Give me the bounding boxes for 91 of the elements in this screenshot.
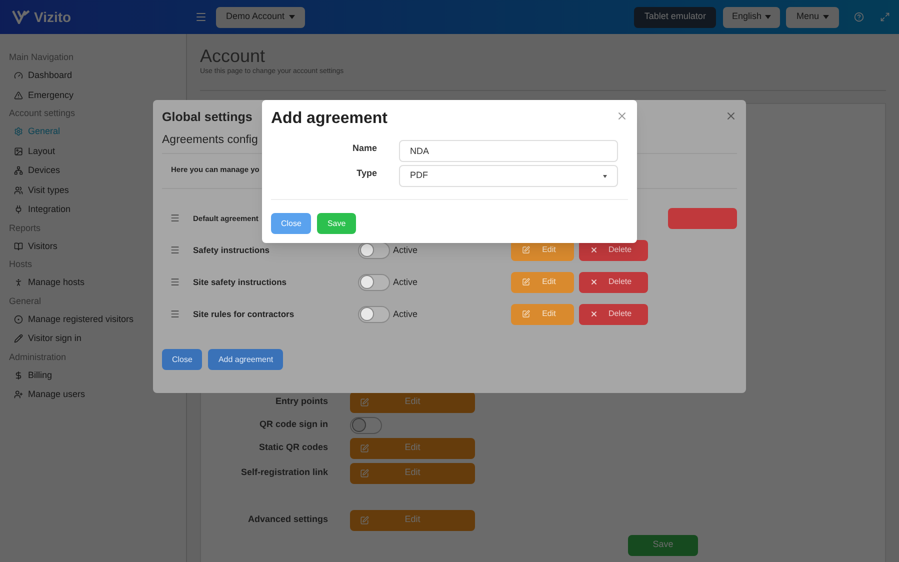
- sidebar-item[interactable]: Dashboard: [28, 69, 72, 82]
- field-label: Name: [352, 142, 377, 156]
- caret-icon: [603, 174, 607, 178]
- menu-dropdown[interactable]: Menu: [786, 6, 839, 28]
- delete-button[interactable]: Delete: [579, 272, 648, 293]
- edit-icon: [360, 468, 369, 478]
- field-label: Type: [356, 167, 377, 180]
- person-icon: [14, 278, 23, 288]
- sidebar-item[interactable]: Visitors: [28, 240, 58, 253]
- setting-label: Advanced settings: [248, 513, 328, 526]
- close-button[interactable]: Close: [271, 213, 312, 234]
- close-icon[interactable]: [725, 110, 737, 122]
- logo-icon: [12, 10, 30, 24]
- name-input[interactable]: NDA: [399, 140, 618, 162]
- delete-icon: [590, 278, 598, 286]
- setting-label: Entry points: [275, 395, 328, 408]
- status-label: Active: [393, 276, 419, 288]
- sidebar-item[interactable]: Layout: [28, 144, 56, 158]
- edit-icon: [360, 516, 369, 524]
- sidebar-item[interactable]: Billing: [28, 368, 52, 382]
- language-dropdown[interactable]: English: [722, 6, 780, 28]
- dialog-title: Add agreement: [271, 109, 388, 129]
- save-button[interactable]: Save: [317, 213, 356, 234]
- edit-icon: [522, 246, 530, 254]
- logo-text: Vizito: [34, 8, 72, 26]
- tablet-emulator-button[interactable]: Tablet emulator: [634, 6, 716, 28]
- agreement-name: Site rules for contractors: [193, 308, 294, 321]
- plug-icon: [14, 205, 23, 214]
- edit-icon: [360, 398, 369, 406]
- drag-handle-icon[interactable]: [170, 309, 180, 320]
- save-button[interactable]: Save: [628, 534, 698, 556]
- toggle-switch[interactable]: [358, 306, 390, 323]
- sidebar-item[interactable]: General: [28, 125, 60, 138]
- gear-icon: [14, 127, 23, 136]
- sidebar-item[interactable]: Integration: [28, 203, 71, 216]
- drag-handle-icon[interactable]: [170, 213, 180, 224]
- edit-button[interactable]: Edit: [350, 510, 475, 530]
- dialog-title: Global settings: [162, 109, 252, 126]
- sidebar-item[interactable]: Manage hosts: [28, 276, 85, 290]
- image-icon: [14, 146, 23, 156]
- edit-icon: [360, 444, 369, 452]
- setting-label: Self-registration link: [240, 466, 328, 480]
- agreement-name: Site safety instructions: [193, 276, 287, 289]
- users-icon: [14, 186, 23, 195]
- status-label: Active: [393, 244, 419, 256]
- gauge-icon: [14, 71, 23, 80]
- edit-button[interactable]: Edit: [350, 462, 475, 484]
- delete-button[interactable]: [668, 208, 737, 229]
- setting-label: Static QR codes: [258, 441, 328, 454]
- edit-button[interactable]: Edit: [511, 272, 574, 293]
- agreement-name: Safety instructions: [193, 244, 270, 257]
- sidebar-item[interactable]: Visit types: [28, 184, 69, 197]
- page-title: Account: [200, 45, 266, 67]
- drag-handle-icon[interactable]: [170, 245, 180, 256]
- toggle-switch[interactable]: [350, 416, 382, 434]
- delete-icon: [590, 246, 598, 254]
- edit-button[interactable]: Edit: [350, 438, 475, 458]
- edit-button[interactable]: Edit: [511, 304, 574, 325]
- delete-icon: [590, 310, 598, 318]
- user-plus-icon: [14, 390, 23, 400]
- close-icon[interactable]: [616, 110, 628, 122]
- sidebar-item[interactable]: Visitor sign in: [28, 332, 82, 346]
- toggle-switch[interactable]: [358, 274, 390, 291]
- sidebar-item[interactable]: Manage users: [28, 388, 86, 402]
- circle-icon: [14, 314, 23, 324]
- type-select[interactable]: PDF: [399, 165, 618, 187]
- book-icon: [14, 242, 23, 251]
- edit-icon: [522, 278, 530, 286]
- edit-icon: [522, 310, 530, 318]
- warning-icon: [14, 90, 23, 100]
- status-label: Active: [393, 308, 419, 320]
- section-title: Agreements config: [162, 133, 258, 148]
- close-button[interactable]: Close: [162, 349, 202, 370]
- sidebar-item[interactable]: Manage registered visitors: [28, 312, 134, 326]
- caret-icon: [765, 15, 772, 19]
- delete-button[interactable]: Delete: [579, 304, 648, 325]
- caret-icon: [823, 15, 829, 19]
- help-icon[interactable]: [854, 12, 864, 22]
- expand-icon[interactable]: [880, 12, 890, 22]
- setting-label: QR code sign in: [259, 418, 328, 432]
- sidebar-item[interactable]: Emergency: [28, 88, 74, 102]
- dollar-icon: [14, 370, 23, 380]
- edit-button[interactable]: Edit: [350, 392, 475, 412]
- account-dropdown[interactable]: Demo Account: [216, 6, 305, 28]
- drag-handle-icon[interactable]: [170, 277, 180, 288]
- network-icon: [14, 166, 23, 176]
- add-agreement-button[interactable]: Add agreement: [208, 349, 284, 370]
- caret-icon: [288, 15, 295, 19]
- menu-icon[interactable]: [195, 11, 207, 23]
- sidebar-item[interactable]: Devices: [28, 164, 60, 178]
- pencil-icon: [14, 334, 23, 344]
